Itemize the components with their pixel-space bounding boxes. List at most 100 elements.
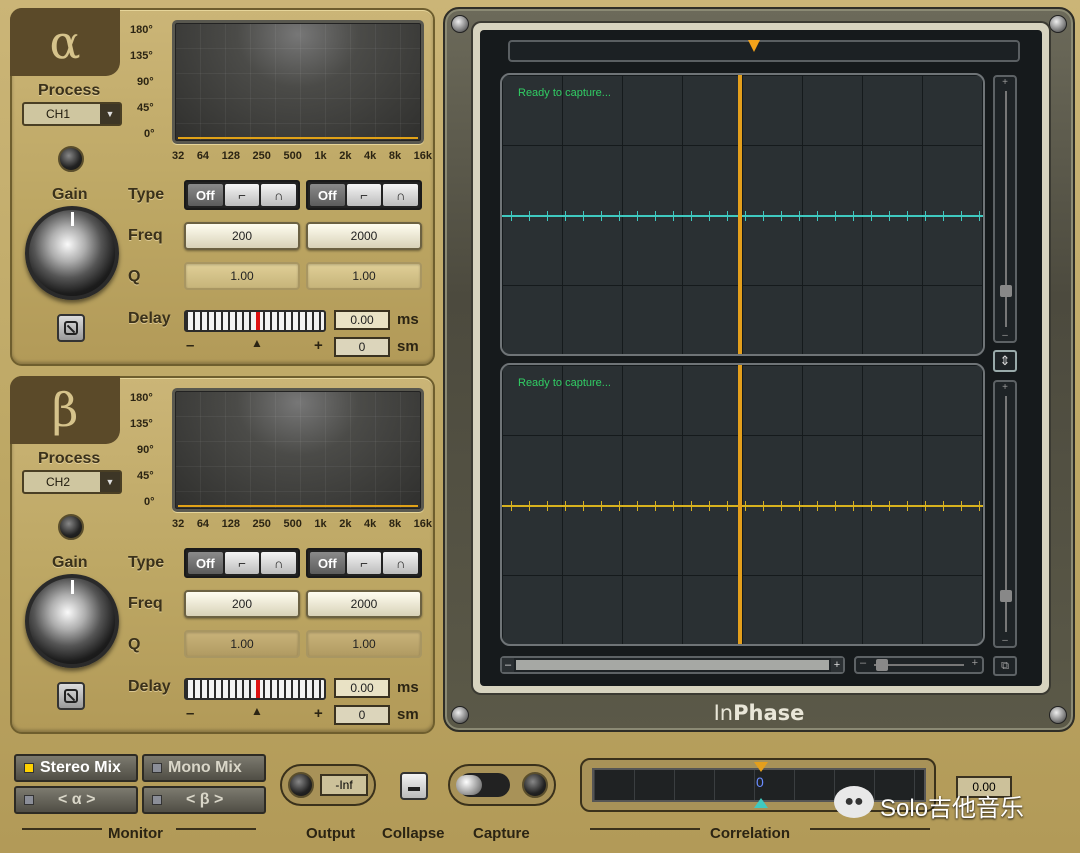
filter1-freq-field[interactable]: 200 (184, 590, 300, 618)
polarity-icon (64, 689, 78, 703)
filter2-shelf-button[interactable]: ⌐ (346, 184, 382, 206)
filter2-shelf-button[interactable]: ⌐ (346, 552, 382, 574)
time-scrollbar[interactable]: – + (500, 656, 845, 674)
capture-led[interactable] (522, 772, 548, 798)
bypass-led[interactable] (58, 514, 84, 540)
capture-switch[interactable] (456, 773, 510, 797)
polarity-button[interactable] (57, 314, 85, 342)
delay-slider[interactable] (184, 678, 326, 700)
capture-label: Capture (473, 825, 530, 842)
filter2-off-button[interactable]: Off (310, 552, 345, 574)
switch-lever[interactable] (456, 775, 482, 795)
zoom-minus[interactable]: – (995, 330, 1015, 341)
filter2-type-group: Off ⌐ ∩ (306, 180, 422, 210)
scroll-right-plus[interactable]: + (831, 658, 843, 672)
zoom-plus[interactable]: + (995, 77, 1015, 88)
phase-response-display (172, 20, 424, 144)
beta-symbol: β (10, 376, 120, 444)
collapse-button[interactable] (400, 772, 428, 800)
bypass-led[interactable] (58, 146, 84, 172)
delay-ms-field[interactable]: 0.00 (334, 310, 390, 330)
filter2-bell-button[interactable]: ∩ (383, 184, 419, 206)
scroll-thumb[interactable] (516, 660, 829, 670)
beta-panel: β Process CH2 ▼ Gain 180° 135° 90° 45° 0°… (10, 376, 435, 734)
filter2-freq-field[interactable]: 2000 (306, 222, 422, 250)
time-cursor[interactable] (738, 365, 742, 644)
window-toggle-button[interactable]: ⧉ (993, 656, 1017, 676)
phase-tick: 135° (130, 50, 153, 62)
filter1-q-field[interactable]: 1.00 (184, 630, 300, 658)
gain-knob[interactable] (25, 574, 119, 668)
process-label: Process (38, 450, 101, 467)
filter2-type-group: Off ⌐ ∩ (306, 548, 422, 578)
freq-label: Freq (128, 227, 163, 244)
delay-samples-field[interactable]: 0 (334, 705, 390, 725)
timeline-bar[interactable] (508, 40, 1020, 62)
zoom-thumb[interactable] (1000, 590, 1012, 602)
zoom-thumb[interactable] (1000, 285, 1012, 297)
process-label: Process (38, 82, 101, 99)
divider (810, 828, 930, 830)
delay-samples-field[interactable]: 0 (334, 337, 390, 357)
bottom-scope-plot: Ready to capture... (500, 363, 985, 646)
freq-axis: 32 64 128 250 500 1k 2k 4k 8k 16k (172, 518, 432, 530)
top-vertical-zoom[interactable]: + – (993, 75, 1017, 343)
bell-icon: ∩ (395, 555, 406, 571)
alpha-panel: α Process CH1 ▼ Gain 180° 135° 90° 45° 0°… (10, 8, 435, 366)
divider (22, 828, 102, 830)
hzoom-plus[interactable]: + (972, 657, 978, 669)
filter2-q-field[interactable]: 1.00 (306, 262, 422, 290)
filter1-shelf-button[interactable]: ⌐ (224, 184, 260, 206)
zoom-plus[interactable]: + (995, 382, 1015, 393)
delay-ms-field[interactable]: 0.00 (334, 678, 390, 698)
monitor-alpha-button[interactable]: < α > (14, 786, 138, 814)
watermark: Solo吉他音乐 (880, 795, 1025, 822)
delay-minus[interactable]: – (186, 337, 194, 354)
filter1-bell-button[interactable]: ∩ (261, 552, 297, 574)
link-zoom-button[interactable]: ⇕ (993, 350, 1017, 372)
hzoom-thumb[interactable] (876, 659, 888, 671)
delay-slider-marker (256, 680, 260, 698)
scroll-left-minus[interactable]: – (502, 658, 514, 672)
indicator-icon (152, 795, 162, 805)
monitor-beta-button[interactable]: < β > (142, 786, 266, 814)
filter2-off-button[interactable]: Off (310, 184, 345, 206)
divider (176, 828, 256, 830)
gain-knob[interactable] (25, 206, 119, 300)
filter1-freq-field[interactable]: 200 (184, 222, 300, 250)
time-cursor[interactable] (738, 75, 742, 354)
mono-mix-button[interactable]: Mono Mix (142, 754, 266, 782)
filter1-type-group: Off ⌐ ∩ (184, 548, 300, 578)
indicator-icon (152, 763, 162, 773)
filter1-shelf-button[interactable]: ⌐ (224, 552, 260, 574)
delay-plus[interactable]: + (314, 337, 323, 354)
divider (590, 828, 700, 830)
horizontal-zoom[interactable]: – + (854, 656, 984, 674)
filter1-off-button[interactable]: Off (188, 552, 223, 574)
filter1-bell-button[interactable]: ∩ (261, 184, 297, 206)
delay-slider[interactable] (184, 310, 326, 332)
windows-icon: ⧉ (1001, 660, 1009, 672)
filter2-bell-button[interactable]: ∩ (383, 552, 419, 574)
delay-minus[interactable]: – (186, 705, 194, 722)
oscilloscope-frame: Ready to capture... + – ⇕ Ready to captu… (443, 7, 1075, 732)
filter2-freq-field[interactable]: 2000 (306, 590, 422, 618)
capture-group (448, 764, 556, 806)
stereo-mix-button[interactable]: Stereo Mix (14, 754, 138, 782)
process-select[interactable]: CH1 ▼ (22, 102, 122, 126)
process-select[interactable]: CH2 ▼ (22, 470, 122, 494)
ms-unit: ms (397, 679, 419, 696)
filter1-q-field[interactable]: 1.00 (184, 262, 300, 290)
alpha-symbol: α (10, 8, 120, 76)
ready-status: Ready to capture... (518, 377, 611, 389)
output-led[interactable] (288, 772, 314, 798)
bottom-vertical-zoom[interactable]: + – (993, 380, 1017, 648)
filter2-q-field[interactable]: 1.00 (306, 630, 422, 658)
filter1-off-button[interactable]: Off (188, 184, 223, 206)
zoom-minus[interactable]: – (995, 635, 1015, 646)
polarity-button[interactable] (57, 682, 85, 710)
hzoom-minus[interactable]: – (860, 657, 866, 669)
delay-plus[interactable]: + (314, 705, 323, 722)
phase-tick: 90° (137, 444, 154, 456)
shelf-icon: ⌐ (360, 555, 368, 571)
